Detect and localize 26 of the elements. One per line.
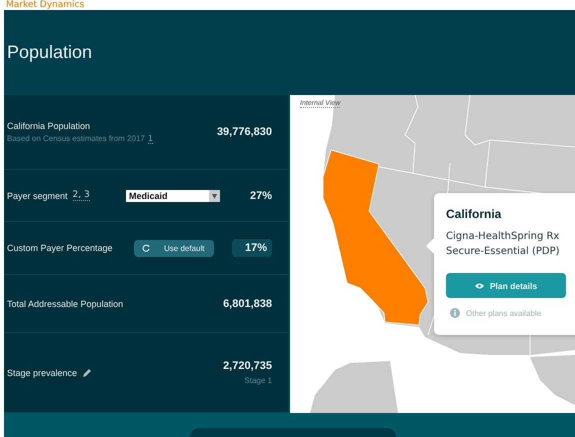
info-icon (450, 308, 460, 318)
breadcrumb[interactable]: Market Dynamics (6, 0, 84, 10)
row-label: California Population (7, 120, 90, 130)
pencil-icon[interactable] (82, 368, 92, 378)
stat-value: 39,776,830 (216, 126, 272, 138)
eye-icon (474, 282, 484, 288)
refresh-icon (142, 244, 150, 252)
row-label: Stage prevalence (7, 368, 78, 378)
state-name: California (446, 207, 502, 221)
page-title: Population (7, 42, 92, 63)
stat-value: 2,720,735 (223, 360, 272, 372)
row-label: Custom Payer Percentage (7, 243, 113, 253)
plan-name: Cigna-HealthSpring Rx Secure-Essential (PDP) (446, 230, 561, 259)
use-default-button[interactable]: Use default (134, 240, 214, 256)
payer-segment-dropdown[interactable]: Medicaid (126, 190, 220, 202)
footnote-link[interactable]: 2, 3 (72, 190, 90, 201)
plan-details-button[interactable]: Plan details (446, 273, 566, 298)
custom-percentage-field[interactable]: 17% (232, 239, 272, 257)
source-note: Based on Census estimates from 2017 (7, 134, 145, 143)
row-label: Total Addressable Population (7, 298, 124, 308)
stat-value: 6,801,838 (223, 298, 272, 310)
stage-label: Stage 1 (244, 376, 272, 385)
payer-percentage: 27% (250, 190, 272, 202)
footnote-link[interactable]: 1 (148, 134, 153, 144)
row-label: Payer segment (7, 190, 68, 200)
caret-icon (208, 190, 220, 202)
